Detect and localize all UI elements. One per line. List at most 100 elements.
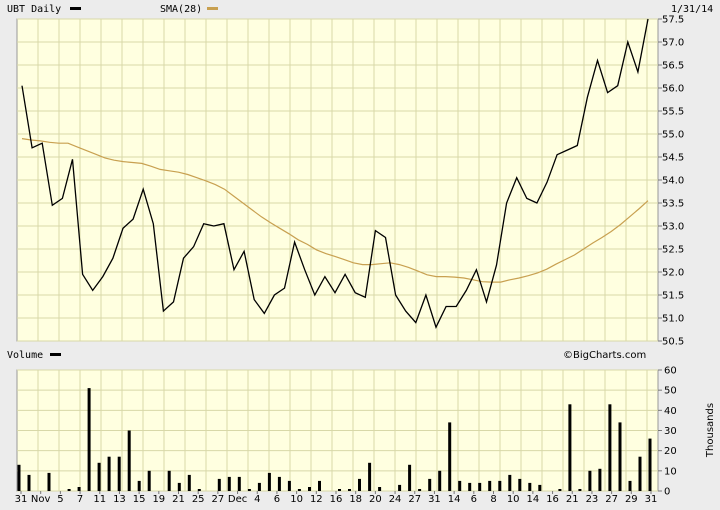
volume-bar <box>227 476 231 491</box>
sma-label: SMA(28) <box>160 4 202 15</box>
volume-bar <box>568 404 572 491</box>
volume-bar <box>618 422 622 491</box>
volume-x-tick-label: 31 <box>645 494 658 505</box>
volume-x-tick-label: 4 <box>254 494 260 505</box>
chart-canvas: 50.5 51.0 51.5 52.0 52.5 53.0 53.5 54.0 54.5 55.0… <box>7 4 716 505</box>
volume-x-tick-label: 14 <box>448 494 461 505</box>
price-y-axis: 50.5 51.0 51.5 52.0 52.5 53.0 53.5 54.0 54.5 55.0… <box>658 15 684 348</box>
volume-bar <box>528 482 532 491</box>
symbol-label: UBT Daily <box>7 4 61 15</box>
volume-tick-label: 20 <box>664 446 677 457</box>
volume-bar <box>418 489 422 491</box>
volume-x-tick-label: 19 <box>152 494 165 505</box>
volume-x-tick-label: 31 <box>428 494 441 505</box>
volume-x-tick-label: 8 <box>490 494 496 505</box>
volume-x-tick-label: 20 <box>369 494 382 505</box>
volume-bar <box>237 476 241 491</box>
volume-tick-label: 60 <box>664 366 677 377</box>
volume-x-tick-label: 11 <box>93 494 106 505</box>
volume-bar <box>578 489 582 491</box>
volume-x-tick-label: 27 <box>605 494 618 505</box>
volume-bar <box>508 474 512 491</box>
volume-bar <box>177 482 181 491</box>
price-tick-label: 53.5 <box>662 199 684 210</box>
volume-bar <box>378 487 382 491</box>
volume-x-tick-label: 6 <box>471 494 477 505</box>
volume-x-tick-label: 27 <box>212 494 225 505</box>
volume-bar <box>277 476 281 491</box>
volume-bar <box>358 478 361 491</box>
volume-bar <box>488 480 492 491</box>
volume-bar <box>187 474 191 491</box>
volume-x-tick-label: 23 <box>586 494 599 505</box>
volume-bar <box>137 480 141 491</box>
volume-y-axis: 0 10 20 30 40 50 60 <box>658 366 677 498</box>
volume-units-label: Thousands <box>705 403 716 458</box>
price-legend-swatch <box>70 7 81 10</box>
volume-x-tick-label: 14 <box>527 494 540 505</box>
sma-legend-swatch <box>207 7 218 10</box>
volume-bar <box>588 470 592 491</box>
price-tick-label: 55.0 <box>662 130 684 141</box>
price-tick-label: 51.5 <box>662 291 684 302</box>
volume-legend-swatch <box>50 353 61 356</box>
price-tick-label: 57.5 <box>662 15 684 26</box>
volume-bar <box>478 482 482 491</box>
volume-bar <box>107 456 111 491</box>
volume-bar <box>338 489 341 491</box>
volume-bar <box>257 482 261 491</box>
volume-bar <box>267 472 271 491</box>
volume-bar <box>428 478 432 491</box>
volume-x-tick-label: 5 <box>57 494 63 505</box>
volume-tick-label: 10 <box>664 466 677 477</box>
volume-x-tick-label: Nov <box>31 494 51 505</box>
volume-bar <box>558 489 562 491</box>
volume-bar <box>217 478 221 491</box>
volume-bar <box>87 388 91 491</box>
price-tick-label: 53.0 <box>662 222 684 233</box>
volume-x-tick-label: 10 <box>290 494 303 505</box>
volume-x-tick-label: 10 <box>507 494 520 505</box>
price-tick-label: 56.5 <box>662 61 684 72</box>
volume-bar <box>197 489 201 491</box>
volume-bar <box>127 430 131 491</box>
volume-bar <box>408 464 412 491</box>
volume-x-tick-label: 18 <box>349 494 362 505</box>
volume-x-tick-label: 21 <box>566 494 579 505</box>
stock-chart: 50.5 51.0 51.5 52.0 52.5 53.0 53.5 54.0 54.5 55.0… <box>0 0 720 510</box>
volume-x-tick-label: 16 <box>546 494 559 505</box>
volume-bar <box>518 478 522 491</box>
volume-bar <box>628 480 632 491</box>
volume-bar <box>318 480 321 491</box>
volume-bar <box>368 462 372 491</box>
volume-tick-label: 0 <box>664 487 670 498</box>
price-tick-label: 50.5 <box>662 337 684 348</box>
volume-bar <box>287 480 291 491</box>
volume-bar <box>247 489 251 491</box>
volume-bar <box>648 438 652 491</box>
volume-bar <box>608 404 612 491</box>
volume-x-tick-label: Dec <box>228 494 247 505</box>
volume-bar <box>348 489 351 491</box>
volume-bar <box>117 456 121 491</box>
volume-x-axis: 31 Nov 5 7 11 13 15 19 21 25 27 Dec 4 6 10 12 16 18 20 24 27… <box>15 491 658 505</box>
volume-x-tick-label: 13 <box>113 494 126 505</box>
volume-bar <box>97 462 101 491</box>
volume-x-tick-label: 7 <box>77 494 83 505</box>
volume-bar <box>167 470 171 491</box>
volume-bar <box>308 487 311 491</box>
volume-bar <box>438 470 442 491</box>
volume-bar <box>297 489 301 491</box>
volume-x-tick-label: 24 <box>389 494 402 505</box>
volume-bar <box>498 480 502 491</box>
watermark: ©BigCharts.com <box>563 350 646 361</box>
volume-tick-label: 50 <box>664 386 677 397</box>
volume-bar <box>17 464 21 491</box>
volume-bar <box>538 484 542 491</box>
volume-x-tick-label: 16 <box>330 494 343 505</box>
price-tick-label: 52.0 <box>662 268 684 279</box>
volume-x-tick-label: 25 <box>192 494 205 505</box>
volume-x-tick-label: 12 <box>310 494 323 505</box>
price-tick-label: 57.0 <box>662 38 684 49</box>
volume-bar <box>448 422 452 491</box>
